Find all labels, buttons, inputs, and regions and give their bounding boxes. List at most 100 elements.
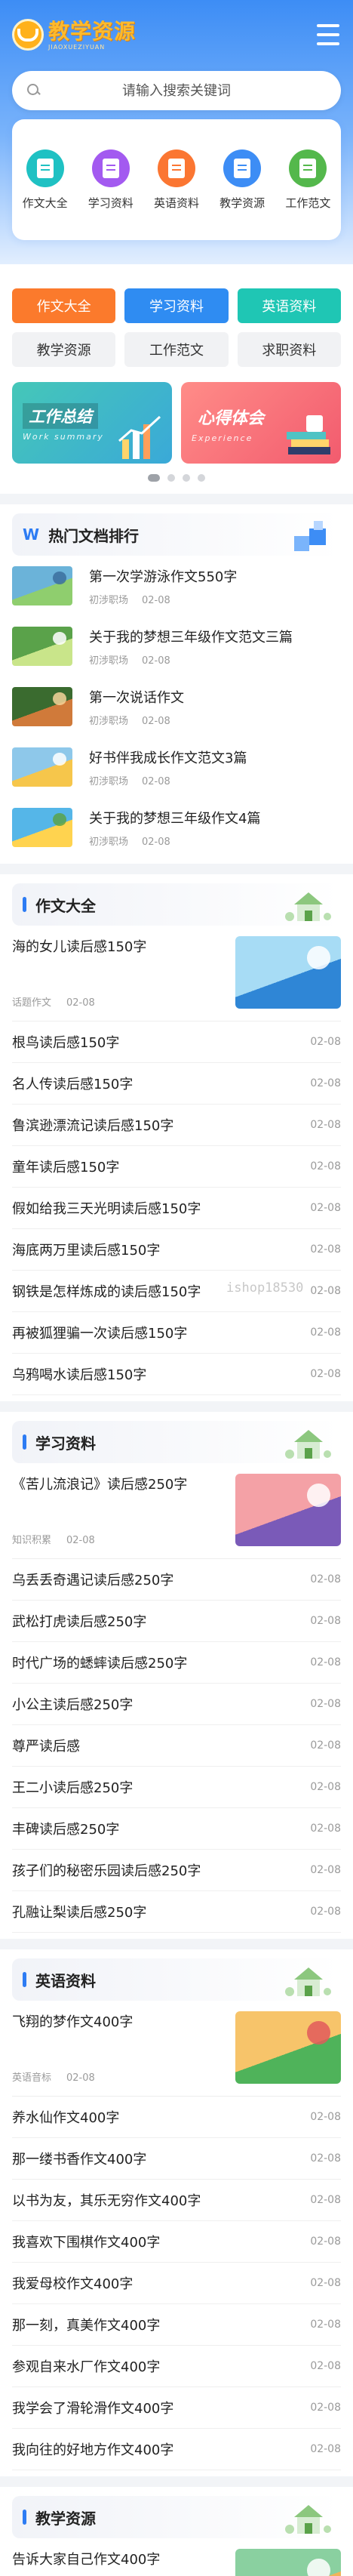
- category-item[interactable]: 学习资料: [82, 149, 140, 211]
- tag-button[interactable]: 学习资料: [124, 288, 229, 323]
- list-item-title[interactable]: 名人传读后感150字: [12, 1074, 133, 1093]
- featured-article-title[interactable]: 《苦儿流浪记》读后感250字: [12, 1474, 235, 1493]
- category-item[interactable]: 作文大全: [17, 149, 74, 211]
- list-item-title[interactable]: 参观自来水厂作文400字: [12, 2356, 160, 2376]
- list-item[interactable]: 丰碑读后感250字 02-08: [12, 1808, 341, 1850]
- list-item[interactable]: 鲁滨逊漂流记读后感150字 02-08: [12, 1105, 341, 1146]
- featured-article-title[interactable]: 告诉大家自己作文400字: [12, 2549, 235, 2568]
- ranking-item[interactable]: 第一次说话作文 初涉职场 02-08: [12, 676, 341, 737]
- carousel-dot[interactable]: [183, 474, 190, 482]
- list-item-title[interactable]: 那一缕书香作文400字: [12, 2149, 146, 2168]
- list-item[interactable]: 海底两万里读后感150字 02-08: [12, 1229, 341, 1271]
- list-item-title[interactable]: 海底两万里读后感150字: [12, 1240, 160, 1259]
- list-item-title[interactable]: 养水仙作文400字: [12, 2107, 119, 2127]
- carousel-dot[interactable]: [198, 474, 205, 482]
- list-item[interactable]: 我爱母校作文400字 02-08: [12, 2263, 341, 2304]
- list-item[interactable]: 尊严读后感 02-08: [12, 1725, 341, 1767]
- list-item-title[interactable]: 丰碑读后感250字: [12, 1819, 119, 1838]
- list-item[interactable]: 小公主读后感250字 02-08: [12, 1684, 341, 1725]
- featured-article-image[interactable]: [235, 2549, 341, 2576]
- ranking-thumbnail[interactable]: [12, 747, 72, 787]
- list-item-title[interactable]: 再被狐狸骗一次读后感150字: [12, 1323, 187, 1342]
- list-item-title[interactable]: 我喜欢下围棋作文400字: [12, 2232, 160, 2251]
- list-item-title[interactable]: 王二小读后感250字: [12, 1777, 133, 1797]
- ranking-item[interactable]: 关于我的梦想三年级作文范文三篇 初涉职场 02-08: [12, 616, 341, 676]
- ranking-thumbnail[interactable]: [12, 566, 72, 605]
- site-logo[interactable]: 教学资源 JIAOXUEZIYUAN: [12, 19, 136, 51]
- featured-article[interactable]: 飞翔的梦作文400字 英语音标 02-08: [12, 2001, 341, 2097]
- list-item[interactable]: 乌丢丢奇遇记读后感250字 02-08: [12, 1559, 341, 1601]
- featured-article-image[interactable]: [235, 2011, 341, 2084]
- ranking-item-title[interactable]: 好书伴我成长作文范文3篇: [89, 747, 341, 767]
- category-item[interactable]: 教学资源: [213, 149, 271, 211]
- list-item-title[interactable]: 我向往的好地方作文400字: [12, 2439, 173, 2459]
- list-item[interactable]: 我喜欢下围棋作文400字 02-08: [12, 2221, 341, 2263]
- category-item[interactable]: 英语资料: [148, 149, 205, 211]
- list-item[interactable]: 养水仙作文400字 02-08: [12, 2097, 341, 2138]
- tag-button[interactable]: 英语资料: [237, 288, 341, 323]
- tag-button[interactable]: 工作范文: [124, 332, 229, 367]
- list-item[interactable]: 参观自来水厂作文400字 02-08: [12, 2346, 341, 2387]
- list-item-title[interactable]: 孔融让梨读后感250字: [12, 1902, 146, 1921]
- ranking-item[interactable]: 关于我的梦想三年级作文4篇 初涉职场 02-08: [12, 797, 341, 858]
- list-item-title[interactable]: 那一刻，真美作文400字: [12, 2315, 160, 2334]
- list-item-title[interactable]: 以书为友，其乐无穷作文400字: [12, 2190, 201, 2210]
- ranking-item[interactable]: 第一次学游泳作文550字 初涉职场 02-08: [12, 556, 341, 616]
- list-item[interactable]: 那一缕书香作文400字 02-08: [12, 2138, 341, 2180]
- list-item-title[interactable]: 小公主读后感250字: [12, 1694, 133, 1714]
- list-item[interactable]: 武松打虎读后感250字 02-08: [12, 1601, 341, 1642]
- ranking-item-title[interactable]: 第一次说话作文: [89, 687, 341, 707]
- list-item-title[interactable]: 假如给我三天光明读后感150字: [12, 1198, 201, 1218]
- list-item-title[interactable]: 童年读后感150字: [12, 1157, 119, 1176]
- list-item[interactable]: 再被狐狸骗一次读后感150字 02-08: [12, 1312, 341, 1354]
- list-item-title[interactable]: 乌丢丢奇遇记读后感250字: [12, 1570, 173, 1589]
- tag-button[interactable]: 求职资料: [237, 332, 341, 367]
- list-item-title[interactable]: 乌鸦喝水读后感150字: [12, 1364, 146, 1384]
- list-item[interactable]: 我向往的好地方作文400字 02-08: [12, 2429, 341, 2470]
- ranking-item-title[interactable]: 关于我的梦想三年级作文范文三篇: [89, 627, 341, 646]
- banner-work-summary[interactable]: 工作总结 Work summary: [12, 382, 172, 464]
- ranking-thumbnail[interactable]: [12, 687, 72, 726]
- carousel-dot[interactable]: [148, 474, 160, 482]
- list-item-title[interactable]: 鲁滨逊漂流记读后感150字: [12, 1115, 173, 1135]
- ranking-item-title[interactable]: 关于我的梦想三年级作文4篇: [89, 808, 341, 827]
- list-item-title[interactable]: 武松打虎读后感250字: [12, 1611, 146, 1631]
- list-item[interactable]: 乌鸦喝水读后感150字 02-08: [12, 1354, 341, 1395]
- list-item[interactable]: 孩子们的秘密乐园读后感250字 02-08: [12, 1850, 341, 1891]
- list-item-title[interactable]: 我爱母校作文400字: [12, 2273, 133, 2293]
- category-item[interactable]: 工作范文: [279, 149, 336, 211]
- search-input[interactable]: [41, 82, 312, 99]
- list-item-title[interactable]: 尊严读后感: [12, 1736, 80, 1755]
- list-item[interactable]: 那一刻，真美作文400字 02-08: [12, 2304, 341, 2346]
- ranking-item[interactable]: 好书伴我成长作文范文3篇 初涉职场 02-08: [12, 737, 341, 797]
- list-item[interactable]: 我学会了滑轮滑作文400字 02-08: [12, 2387, 341, 2429]
- featured-article-image[interactable]: [235, 936, 341, 1009]
- featured-article-title[interactable]: 海的女儿读后感150字: [12, 936, 235, 956]
- list-item[interactable]: 孔融让梨读后感250字 02-08: [12, 1891, 341, 1933]
- featured-article-image[interactable]: [235, 1474, 341, 1546]
- list-item-title[interactable]: 钢铁是怎样炼成的读后感150字: [12, 1281, 201, 1301]
- list-item[interactable]: 以书为友，其乐无穷作文400字 02-08: [12, 2180, 341, 2221]
- featured-article[interactable]: 告诉大家自己作文400字: [12, 2538, 341, 2576]
- list-item-title[interactable]: 根鸟读后感150字: [12, 1032, 119, 1052]
- list-item[interactable]: 根鸟读后感150字 02-08: [12, 1021, 341, 1063]
- featured-article-title[interactable]: 飞翔的梦作文400字: [12, 2011, 235, 2031]
- ranking-thumbnail[interactable]: [12, 808, 72, 847]
- tag-button[interactable]: 作文大全: [12, 288, 116, 323]
- carousel-dot[interactable]: [167, 474, 175, 482]
- list-item[interactable]: 童年读后感150字 02-08: [12, 1146, 341, 1188]
- list-item[interactable]: 假如给我三天光明读后感150字 02-08: [12, 1188, 341, 1229]
- search-bar[interactable]: [12, 71, 341, 110]
- list-item[interactable]: 名人传读后感150字 02-08: [12, 1063, 341, 1105]
- tag-button[interactable]: 教学资源: [12, 332, 116, 367]
- search-icon[interactable]: [27, 84, 41, 97]
- list-item[interactable]: 时代广场的蟋蟀读后感250字 02-08: [12, 1642, 341, 1684]
- list-item-title[interactable]: 孩子们的秘密乐园读后感250字: [12, 1860, 201, 1880]
- ranking-thumbnail[interactable]: [12, 627, 72, 666]
- featured-article[interactable]: 海的女儿读后感150字 话题作文 02-08: [12, 926, 341, 1021]
- banner-experience[interactable]: 心得体会 Experience: [181, 382, 341, 464]
- list-item-title[interactable]: 时代广场的蟋蟀读后感250字: [12, 1653, 187, 1672]
- list-item[interactable]: 王二小读后感250字 02-08: [12, 1767, 341, 1808]
- menu-icon[interactable]: [315, 24, 341, 45]
- ranking-item-title[interactable]: 第一次学游泳作文550字: [89, 566, 341, 586]
